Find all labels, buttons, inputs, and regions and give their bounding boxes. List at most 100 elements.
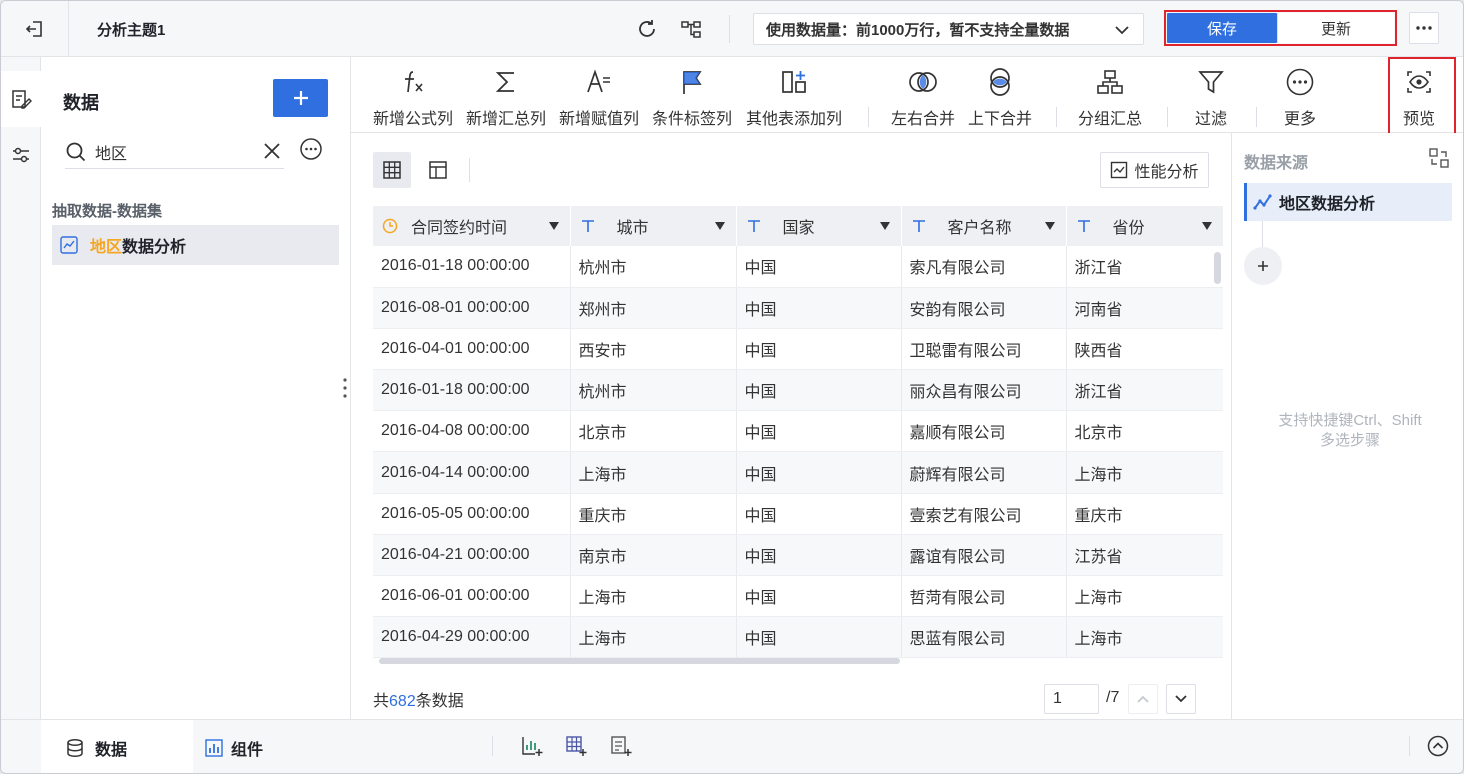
tool-add-summary-column[interactable]: 新增汇总列 <box>466 65 546 131</box>
table-cell[interactable]: 丽众昌有限公司 <box>901 369 1067 412</box>
table-cell[interactable]: 上海市 <box>1066 616 1223 659</box>
table-cell[interactable]: 重庆市 <box>570 493 737 535</box>
tab-data[interactable]: 数据 <box>41 720 193 773</box>
performance-analysis-button[interactable]: 性能分析 <box>1100 152 1209 188</box>
tool-group-summary[interactable]: 分组汇总 <box>1078 65 1142 131</box>
table-cell[interactable]: 2016-01-18 00:00:00 <box>373 246 571 288</box>
more-options-icon[interactable] <box>299 137 323 161</box>
table-cell[interactable]: 郑州市 <box>570 287 737 329</box>
exit-button[interactable] <box>1 1 69 57</box>
page-number-input[interactable] <box>1044 684 1099 714</box>
add-step-button[interactable] <box>1244 247 1282 285</box>
column-header[interactable]: 省份 <box>1066 206 1223 246</box>
rail-item-data-edit[interactable] <box>1 71 41 127</box>
table-cell[interactable]: 上海市 <box>570 451 737 494</box>
grid-view-toggle[interactable] <box>373 152 411 188</box>
table-cell[interactable]: 卫聪雷有限公司 <box>901 328 1067 371</box>
more-menu-button[interactable] <box>1409 12 1439 44</box>
table-cell[interactable]: 中国 <box>736 616 902 659</box>
horizontal-scrollbar[interactable] <box>379 658 900 664</box>
table-cell[interactable]: 中国 <box>736 287 902 329</box>
tool-add-formula-column[interactable]: 新增公式列 <box>373 65 453 131</box>
tool-merge-up-down[interactable]: 上下合并 <box>968 65 1032 131</box>
table-cell[interactable]: 北京市 <box>570 410 737 453</box>
next-page-button[interactable] <box>1166 684 1196 714</box>
lineage-button[interactable] <box>679 17 703 41</box>
table-cell[interactable]: 江苏省 <box>1066 534 1223 577</box>
tool-merge-left-right[interactable]: 左右合并 <box>891 65 955 131</box>
table-cell[interactable]: 上海市 <box>1066 575 1223 618</box>
collapse-bottom-button[interactable] <box>1425 733 1451 759</box>
table-cell[interactable]: 杭州市 <box>570 369 737 412</box>
column-header[interactable]: 合同签约时间 <box>373 206 571 246</box>
add-table-component-button[interactable] <box>563 733 589 759</box>
table-cell[interactable]: 西安市 <box>570 328 737 371</box>
caret-down-icon[interactable] <box>1201 221 1213 231</box>
table-cell[interactable]: 上海市 <box>570 616 737 659</box>
table-cell[interactable]: 中国 <box>736 369 902 412</box>
step-item[interactable]: 地区数据分析 <box>1244 183 1452 221</box>
search-input[interactable] <box>95 142 245 161</box>
tool-add-assign-column[interactable]: 新增赋值列 <box>559 65 639 131</box>
table-cell[interactable]: 陕西省 <box>1066 328 1223 371</box>
layout-view-toggle[interactable] <box>419 152 457 188</box>
caret-down-icon[interactable] <box>714 221 726 231</box>
caret-down-icon[interactable] <box>548 221 560 231</box>
table-cell[interactable]: 2016-06-01 00:00:00 <box>373 575 571 618</box>
table-cell[interactable]: 上海市 <box>1066 451 1223 494</box>
tool-add-column-from-other-table[interactable]: 其他表添加列 <box>746 65 842 131</box>
add-data-button[interactable] <box>273 79 328 117</box>
table-cell[interactable]: 嘉顺有限公司 <box>901 410 1067 453</box>
switch-layout-icon[interactable] <box>1428 147 1450 169</box>
table-cell[interactable]: 重庆市 <box>1066 493 1223 535</box>
table-cell[interactable]: 2016-05-05 00:00:00 <box>373 493 571 535</box>
save-button[interactable]: 保存 <box>1167 13 1277 43</box>
table-cell[interactable]: 南京市 <box>570 534 737 577</box>
tab-component[interactable]: 组件 <box>205 720 263 773</box>
prev-page-button[interactable] <box>1128 684 1158 714</box>
table-cell[interactable]: 2016-04-29 00:00:00 <box>373 616 571 659</box>
table-cell[interactable]: 2016-04-21 00:00:00 <box>373 534 571 577</box>
tool-more[interactable]: 更多 <box>1284 65 1316 131</box>
tool-filter[interactable]: 过滤 <box>1195 65 1227 131</box>
vertical-scrollbar[interactable] <box>1214 252 1221 284</box>
tool-preview[interactable]: 预览 <box>1403 65 1435 131</box>
table-cell[interactable]: 思蓝有限公司 <box>901 616 1067 659</box>
table-cell[interactable]: 索凡有限公司 <box>901 246 1067 288</box>
table-cell[interactable]: 中国 <box>736 493 902 535</box>
refresh-button[interactable] <box>635 17 659 41</box>
table-cell[interactable]: 杭州市 <box>570 246 737 288</box>
add-filter-component-button[interactable] <box>608 733 634 759</box>
data-limit-select[interactable]: 使用数据量：前1000万行，暂不支持全量数据 <box>753 13 1144 45</box>
resize-handle-icon[interactable] <box>343 377 347 399</box>
table-cell[interactable]: 哲菏有限公司 <box>901 575 1067 618</box>
table-cell[interactable]: 浙江省 <box>1066 246 1223 288</box>
table-cell[interactable]: 2016-04-01 00:00:00 <box>373 328 571 371</box>
table-cell[interactable]: 蔚辉有限公司 <box>901 451 1067 494</box>
table-cell[interactable]: 中国 <box>736 328 902 371</box>
table-cell[interactable]: 露谊有限公司 <box>901 534 1067 577</box>
table-cell[interactable]: 中国 <box>736 410 902 453</box>
table-cell[interactable]: 2016-01-18 00:00:00 <box>373 369 571 412</box>
table-cell[interactable]: 河南省 <box>1066 287 1223 329</box>
column-header[interactable]: 城市 <box>570 206 737 246</box>
caret-down-icon[interactable] <box>879 221 891 231</box>
table-cell[interactable]: 北京市 <box>1066 410 1223 453</box>
table-cell[interactable]: 中国 <box>736 451 902 494</box>
table-cell[interactable]: 2016-04-08 00:00:00 <box>373 410 571 453</box>
table-cell[interactable]: 壹索艺有限公司 <box>901 493 1067 535</box>
close-icon[interactable] <box>262 141 282 161</box>
rail-item-settings[interactable] <box>1 127 41 183</box>
table-cell[interactable]: 上海市 <box>570 575 737 618</box>
tool-condition-tag-column[interactable]: 条件标签列 <box>652 65 732 131</box>
column-header[interactable]: 客户名称 <box>901 206 1067 246</box>
table-cell[interactable]: 浙江省 <box>1066 369 1223 412</box>
table-cell[interactable]: 2016-04-14 00:00:00 <box>373 451 571 494</box>
table-cell[interactable]: 安韵有限公司 <box>901 287 1067 329</box>
table-cell[interactable]: 中国 <box>736 575 902 618</box>
add-chart-component-button[interactable] <box>519 733 545 759</box>
caret-down-icon[interactable] <box>1044 221 1056 231</box>
column-header[interactable]: 国家 <box>736 206 902 246</box>
update-button[interactable]: 更新 <box>1277 13 1394 43</box>
table-cell[interactable]: 中国 <box>736 246 902 288</box>
